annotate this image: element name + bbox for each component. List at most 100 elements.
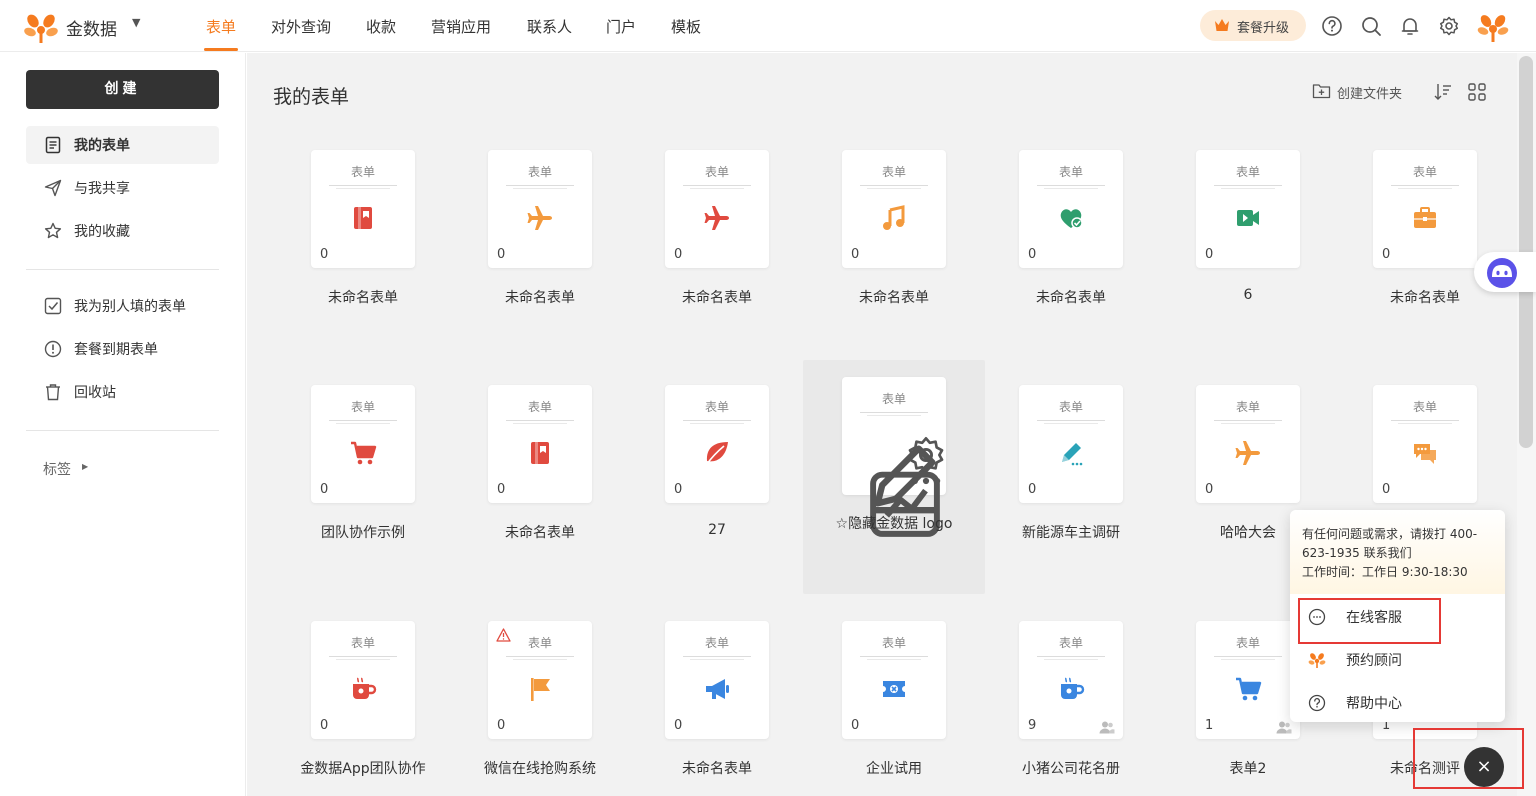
form-card[interactable]: 表单 0 bbox=[488, 621, 592, 739]
form-card[interactable]: 表单 0 bbox=[311, 385, 415, 503]
bell-icon[interactable] bbox=[1399, 15, 1421, 37]
sidebar-item-expired-plan-forms[interactable]: 套餐到期表单 bbox=[26, 330, 219, 368]
nav-payments[interactable]: 收款 bbox=[366, 16, 396, 37]
form-card[interactable]: 表单 0 bbox=[1196, 150, 1300, 268]
pencil-icon bbox=[1062, 443, 1083, 466]
form-title[interactable]: 微信在线抢购系统 bbox=[455, 758, 625, 778]
alert-circle-icon bbox=[44, 340, 62, 358]
sidebar-item-filled-for-others[interactable]: 我为别人填的表单 bbox=[26, 287, 219, 325]
form-card[interactable]: 表单 0 bbox=[842, 150, 946, 268]
help-circle-icon[interactable] bbox=[1321, 15, 1343, 37]
music-icon bbox=[883, 205, 905, 230]
card-divider bbox=[867, 415, 921, 416]
form-title[interactable]: 团队协作示例 bbox=[278, 522, 448, 542]
nav-templates[interactable]: 模板 bbox=[671, 16, 701, 37]
form-card[interactable]: 表单 1 bbox=[1196, 621, 1300, 739]
close-help-button[interactable]: × bbox=[1464, 747, 1504, 787]
form-card[interactable]: 表单 0 bbox=[665, 621, 769, 739]
form-card[interactable]: 表单 0 bbox=[1196, 385, 1300, 503]
form-card[interactable]: 表单 0 bbox=[1019, 150, 1123, 268]
form-title[interactable]: 新能源车主调研 bbox=[986, 522, 1156, 542]
form-card[interactable]: 表单 0 bbox=[665, 385, 769, 503]
card-divider bbox=[867, 659, 921, 660]
sidebar-item-my-forms[interactable]: 我的表单 bbox=[26, 126, 219, 164]
form-card[interactable]: 表单 9 bbox=[1019, 621, 1123, 739]
form-type-label: 表单 bbox=[1235, 165, 1260, 179]
response-count: 0 bbox=[1028, 482, 1037, 497]
form-card[interactable]: 表单 0 bbox=[311, 621, 415, 739]
sidebar-item-label: 我为别人填的表单 bbox=[74, 299, 186, 315]
nav-forms[interactable]: 表单 bbox=[206, 16, 236, 37]
sidebar-item-trash[interactable]: 回收站 bbox=[26, 373, 219, 411]
tags-toggle[interactable]: 标签 bbox=[43, 459, 71, 479]
create-button[interactable]: 创建 bbox=[26, 70, 219, 109]
response-count: 0 bbox=[851, 718, 860, 733]
form-card[interactable]: 表单 bbox=[842, 377, 946, 537]
cart-icon bbox=[351, 441, 377, 465]
card-divider bbox=[336, 659, 390, 660]
form-title[interactable]: 未命名表单 bbox=[455, 522, 625, 542]
form-card[interactable]: 表单 0 bbox=[488, 385, 592, 503]
card-divider bbox=[1391, 185, 1459, 186]
form-title[interactable]: 未命名表单 bbox=[278, 287, 448, 307]
card-divider bbox=[690, 423, 744, 424]
form-title[interactable]: 6 bbox=[1163, 287, 1333, 303]
card-divider bbox=[506, 420, 574, 421]
form-title[interactable]: 未命名表单 bbox=[632, 758, 802, 778]
grid-view-icon[interactable] bbox=[1467, 82, 1487, 102]
more-options-icon[interactable] bbox=[906, 461, 946, 501]
card-divider bbox=[1214, 420, 1282, 421]
cart-icon bbox=[1236, 677, 1262, 701]
response-count: 0 bbox=[497, 718, 506, 733]
card-divider bbox=[860, 412, 928, 413]
card-divider bbox=[860, 656, 928, 657]
nav-contacts[interactable]: 联系人 bbox=[527, 16, 572, 37]
form-card[interactable]: 表单 0 bbox=[842, 621, 946, 739]
form-card[interactable]: 表单 0 bbox=[488, 150, 592, 268]
gear-icon[interactable] bbox=[1438, 15, 1460, 37]
chevron-down-icon[interactable]: ▼ bbox=[132, 16, 140, 29]
form-title[interactable]: 表单2 bbox=[1163, 758, 1333, 778]
help-notice-area: 有任何问题或需求，请拨打 400-623-1935 联系我们 工作时间：工作日 … bbox=[1290, 510, 1505, 594]
upgrade-plan-button[interactable]: 套餐升级 bbox=[1200, 10, 1306, 41]
caret-right-icon[interactable]: ▶ bbox=[82, 462, 88, 471]
jinshuju-logo-icon[interactable] bbox=[24, 10, 58, 44]
form-title[interactable]: 小猪公司花名册 bbox=[986, 758, 1156, 778]
book-consultant-item[interactable]: 预约顾问 bbox=[1290, 640, 1505, 680]
form-card[interactable]: 表单 0 bbox=[1373, 150, 1477, 268]
form-title[interactable]: 27 bbox=[632, 522, 802, 538]
form-title[interactable]: 金数据App团队协作 bbox=[278, 758, 448, 778]
form-card[interactable]: 表单 0 bbox=[665, 150, 769, 268]
form-title[interactable]: 未命名表单 bbox=[986, 287, 1156, 307]
card-divider bbox=[690, 659, 744, 660]
help-notice-text: 有任何问题或需求，请拨打 400-623-1935 联系我们 工作时间：工作日 … bbox=[1302, 525, 1498, 582]
brand-name[interactable]: 金数据 bbox=[66, 15, 117, 40]
nav-portal[interactable]: 门户 bbox=[606, 16, 636, 37]
form-type-label: 表单 bbox=[1412, 400, 1437, 414]
form-type-label: 表单 bbox=[1058, 400, 1083, 414]
sidebar-item-favorites[interactable]: 我的收藏 bbox=[26, 212, 219, 250]
form-title[interactable]: 未命名表单 bbox=[455, 287, 625, 307]
form-title[interactable]: 未命名表单 bbox=[632, 287, 802, 307]
form-card[interactable]: 表单 0 bbox=[1019, 385, 1123, 503]
nav-external-query[interactable]: 对外查询 bbox=[271, 16, 331, 37]
nav-marketing[interactable]: 营销应用 bbox=[431, 16, 491, 37]
ai-assistant-button[interactable] bbox=[1474, 252, 1536, 292]
help-center-item[interactable]: 帮助中心 bbox=[1290, 683, 1505, 722]
form-type-label: 表单 bbox=[350, 636, 375, 650]
sidebar-item-shared-with-me[interactable]: 与我共享 bbox=[26, 169, 219, 207]
form-title[interactable]: 未命名表单 bbox=[809, 287, 979, 307]
card-divider bbox=[1044, 659, 1098, 660]
form-title[interactable]: 企业试用 bbox=[809, 758, 979, 778]
chat-icon bbox=[1414, 444, 1436, 464]
form-card[interactable]: 表单 0 bbox=[311, 150, 415, 268]
user-avatar[interactable] bbox=[1476, 10, 1510, 44]
megaphone-icon bbox=[706, 679, 729, 699]
help-circle-icon bbox=[1308, 694, 1326, 712]
sort-icon[interactable] bbox=[1433, 82, 1453, 102]
search-icon[interactable] bbox=[1360, 15, 1382, 37]
form-title[interactable]: ☆隐藏金数据 logo bbox=[809, 513, 979, 533]
send-icon bbox=[44, 179, 62, 197]
form-card[interactable]: 表单 0 bbox=[1373, 385, 1477, 503]
sidebar-item-label: 回收站 bbox=[74, 385, 116, 401]
